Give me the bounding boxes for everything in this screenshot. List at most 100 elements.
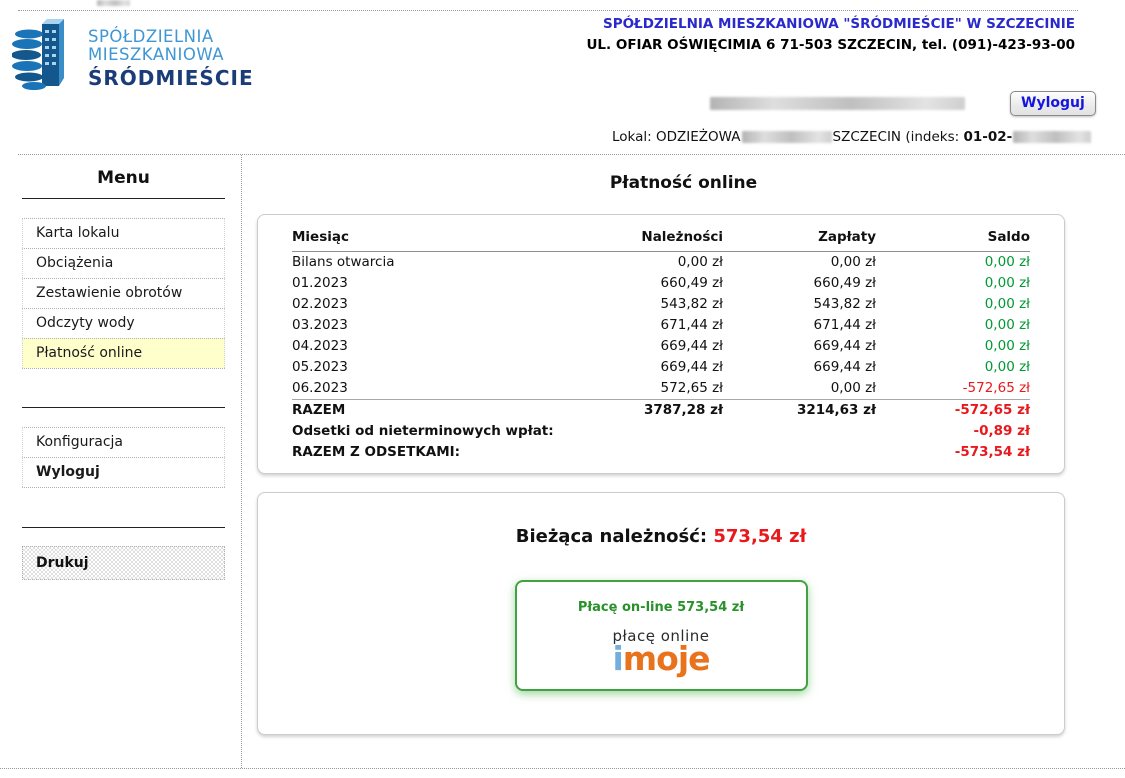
building-logo-icon xyxy=(12,16,78,96)
cell-due: 669,44 zł xyxy=(570,357,723,378)
pay-button-label: Płacę on-line 573,54 zł xyxy=(517,600,806,615)
logo-line-2: MIESZKANIOWA xyxy=(88,46,254,64)
table-row: 01.2023 660,49 zł 660,49 zł 0,00 zł xyxy=(292,273,1030,294)
col-header-paid: Zapłaty xyxy=(723,227,876,252)
menu-separator-1 xyxy=(22,407,225,408)
menu-title-underline xyxy=(22,198,225,199)
cell-paid: 669,44 zł xyxy=(723,336,876,357)
total-paid: 3214,63 zł xyxy=(723,400,876,422)
menu-title: Menu xyxy=(22,168,225,188)
table-row: Bilans otwarcia 0,00 zł 0,00 zł 0,00 zł xyxy=(292,252,1030,274)
cell-due: 671,44 zł xyxy=(570,315,723,336)
interest-saldo: -0,89 zł xyxy=(876,421,1030,442)
current-due-separator: : xyxy=(700,526,713,547)
empty-cell xyxy=(723,421,876,442)
total-saldo: -572,65 zł xyxy=(876,400,1030,422)
cell-month: 01.2023 xyxy=(292,273,570,294)
menu-group-secondary: Konfiguracja Wyloguj xyxy=(22,427,225,488)
interest-label: Odsetki od nieterminowych wpłat: xyxy=(292,421,570,442)
cell-paid: 0,00 zł xyxy=(723,252,876,274)
imoje-logo-i: i xyxy=(612,639,622,678)
cell-month: Bilans otwarcia xyxy=(292,252,570,274)
menu-group-primary: Karta lokalu Obciążenia Zestawienie obro… xyxy=(22,218,225,369)
table-header-row: Miesiąc Należności Zapłaty Saldo xyxy=(292,227,1030,252)
lokal-middle: SZCZECIN (indeks: xyxy=(833,129,964,145)
empty-cell xyxy=(723,442,876,463)
payments-table: Miesiąc Należności Zapłaty Saldo Bilans … xyxy=(292,227,1030,463)
sidebar-item-odczyty-wody[interactable]: Odczyty wody xyxy=(22,308,225,338)
cell-month: 06.2023 xyxy=(292,378,570,400)
redacted-username xyxy=(710,97,965,110)
logo-line-3: ŚRÓDMIEŚCIE xyxy=(88,67,254,89)
cell-month: 05.2023 xyxy=(292,357,570,378)
grand-total-saldo: -573,54 zł xyxy=(876,442,1030,463)
empty-cell xyxy=(570,421,723,442)
cell-paid: 543,82 zł xyxy=(723,294,876,315)
main-content: Płatność online Miesiąc Należności Zapła… xyxy=(242,155,1125,768)
current-due-label: Bieżąca należność xyxy=(516,526,700,547)
cell-saldo: 0,00 zł xyxy=(876,294,1030,315)
cell-paid: 669,44 zł xyxy=(723,357,876,378)
current-due-line: Bieżąca należność: 573,54 zł xyxy=(258,526,1064,547)
total-row: RAZEM 3787,28 zł 3214,63 zł -572,65 zł xyxy=(292,400,1030,422)
interest-row: Odsetki od nieterminowych wpłat: -0,89 z… xyxy=(292,421,1030,442)
cell-due: 543,82 zł xyxy=(570,294,723,315)
page-header: SPÓŁDZIELNIA MIESZKANIOWA ŚRÓDMIEŚCIE SP… xyxy=(0,0,1125,155)
table-row: 04.2023 669,44 zł 669,44 zł 0,00 zł xyxy=(292,336,1030,357)
imoje-logo: imoje xyxy=(517,644,806,674)
empty-cell xyxy=(570,442,723,463)
page-title: Płatność online xyxy=(242,173,1125,193)
redacted-address xyxy=(742,131,832,143)
col-header-due: Należności xyxy=(570,227,723,252)
total-label: RAZEM xyxy=(292,400,570,422)
lokal-info-line: Lokal: ODZIEŻOWA SZCZECIN (indeks: 01-02- xyxy=(612,129,1092,145)
sidebar-item-platnosc-online[interactable]: Płatność online xyxy=(22,338,225,368)
grand-total-row: RAZEM Z ODSETKAMI: -573,54 zł xyxy=(292,442,1030,463)
col-header-saldo: Saldo xyxy=(876,227,1030,252)
imoje-logo-moje: moje xyxy=(623,639,710,678)
bottom-divider xyxy=(0,768,1125,769)
redacted-index xyxy=(1013,131,1091,143)
sidebar-item-karta-lokalu[interactable]: Karta lokalu xyxy=(22,218,225,248)
logo-line-1: SPÓŁDZIELNIA xyxy=(88,28,254,46)
cell-saldo: 0,00 zł xyxy=(876,357,1030,378)
cell-saldo: -572,65 zł xyxy=(876,378,1030,400)
table-row: 03.2023 671,44 zł 671,44 zł 0,00 zł xyxy=(292,315,1030,336)
menu-separator-2 xyxy=(22,527,225,528)
sidebar-item-zestawienie-obrotow[interactable]: Zestawienie obrotów xyxy=(22,278,225,308)
org-info: SPÓŁDZIELNIA MIESZKANIOWA "ŚRÓDMIEŚCIE" … xyxy=(586,14,1075,56)
cell-month: 02.2023 xyxy=(292,294,570,315)
cell-paid: 0,00 zł xyxy=(723,378,876,400)
col-header-month: Miesiąc xyxy=(292,227,570,252)
table-row: 06.2023 572,65 zł 0,00 zł -572,65 zł xyxy=(292,378,1030,400)
imoje-pay-button[interactable]: Płacę on-line 573,54 zł płacę online imo… xyxy=(515,580,808,691)
cell-due: 0,00 zł xyxy=(570,252,723,274)
payments-table-card: Miesiąc Należności Zapłaty Saldo Bilans … xyxy=(257,214,1065,474)
grand-total-label: RAZEM Z ODSETKAMI: xyxy=(292,442,570,463)
total-due: 3787,28 zł xyxy=(570,400,723,422)
cell-saldo: 0,00 zł xyxy=(876,273,1030,294)
sidebar-item-obciazenia[interactable]: Obciążenia xyxy=(22,248,225,278)
cell-month: 03.2023 xyxy=(292,315,570,336)
cell-due: 669,44 zł xyxy=(570,336,723,357)
org-address: UL. OFIAR OŚWIĘCIMIA 6 71-503 SZCZECIN, … xyxy=(586,35,1075,56)
logo-text: SPÓŁDZIELNIA MIESZKANIOWA ŚRÓDMIEŚCIE xyxy=(88,16,254,89)
table-row: 05.2023 669,44 zł 669,44 zł 0,00 zł xyxy=(292,357,1030,378)
cell-saldo: 0,00 zł xyxy=(876,336,1030,357)
cell-due: 660,49 zł xyxy=(570,273,723,294)
lokal-prefix: Lokal: ODZIEŻOWA xyxy=(612,129,741,145)
cell-paid: 660,49 zł xyxy=(723,273,876,294)
print-button[interactable]: Drukuj xyxy=(22,546,225,580)
coop-logo: SPÓŁDZIELNIA MIESZKANIOWA ŚRÓDMIEŚCIE xyxy=(12,16,254,96)
sidebar-item-konfiguracja[interactable]: Konfiguracja xyxy=(22,427,225,457)
org-name: SPÓŁDZIELNIA MIESZKANIOWA "ŚRÓDMIEŚCIE" … xyxy=(586,14,1075,35)
cell-due: 572,65 zł xyxy=(570,378,723,400)
lokal-index: 01-02- xyxy=(963,129,1012,145)
cell-paid: 671,44 zł xyxy=(723,315,876,336)
payment-card: Bieżąca należność: 573,54 zł Płacę on-li… xyxy=(257,492,1065,735)
sidebar: Menu Karta lokalu Obciążenia Zestawienie… xyxy=(0,155,242,768)
cell-saldo: 0,00 zł xyxy=(876,252,1030,274)
cell-saldo: 0,00 zł xyxy=(876,315,1030,336)
logout-button[interactable]: Wyloguj xyxy=(1010,91,1096,116)
sidebar-item-wyloguj[interactable]: Wyloguj xyxy=(22,457,225,487)
